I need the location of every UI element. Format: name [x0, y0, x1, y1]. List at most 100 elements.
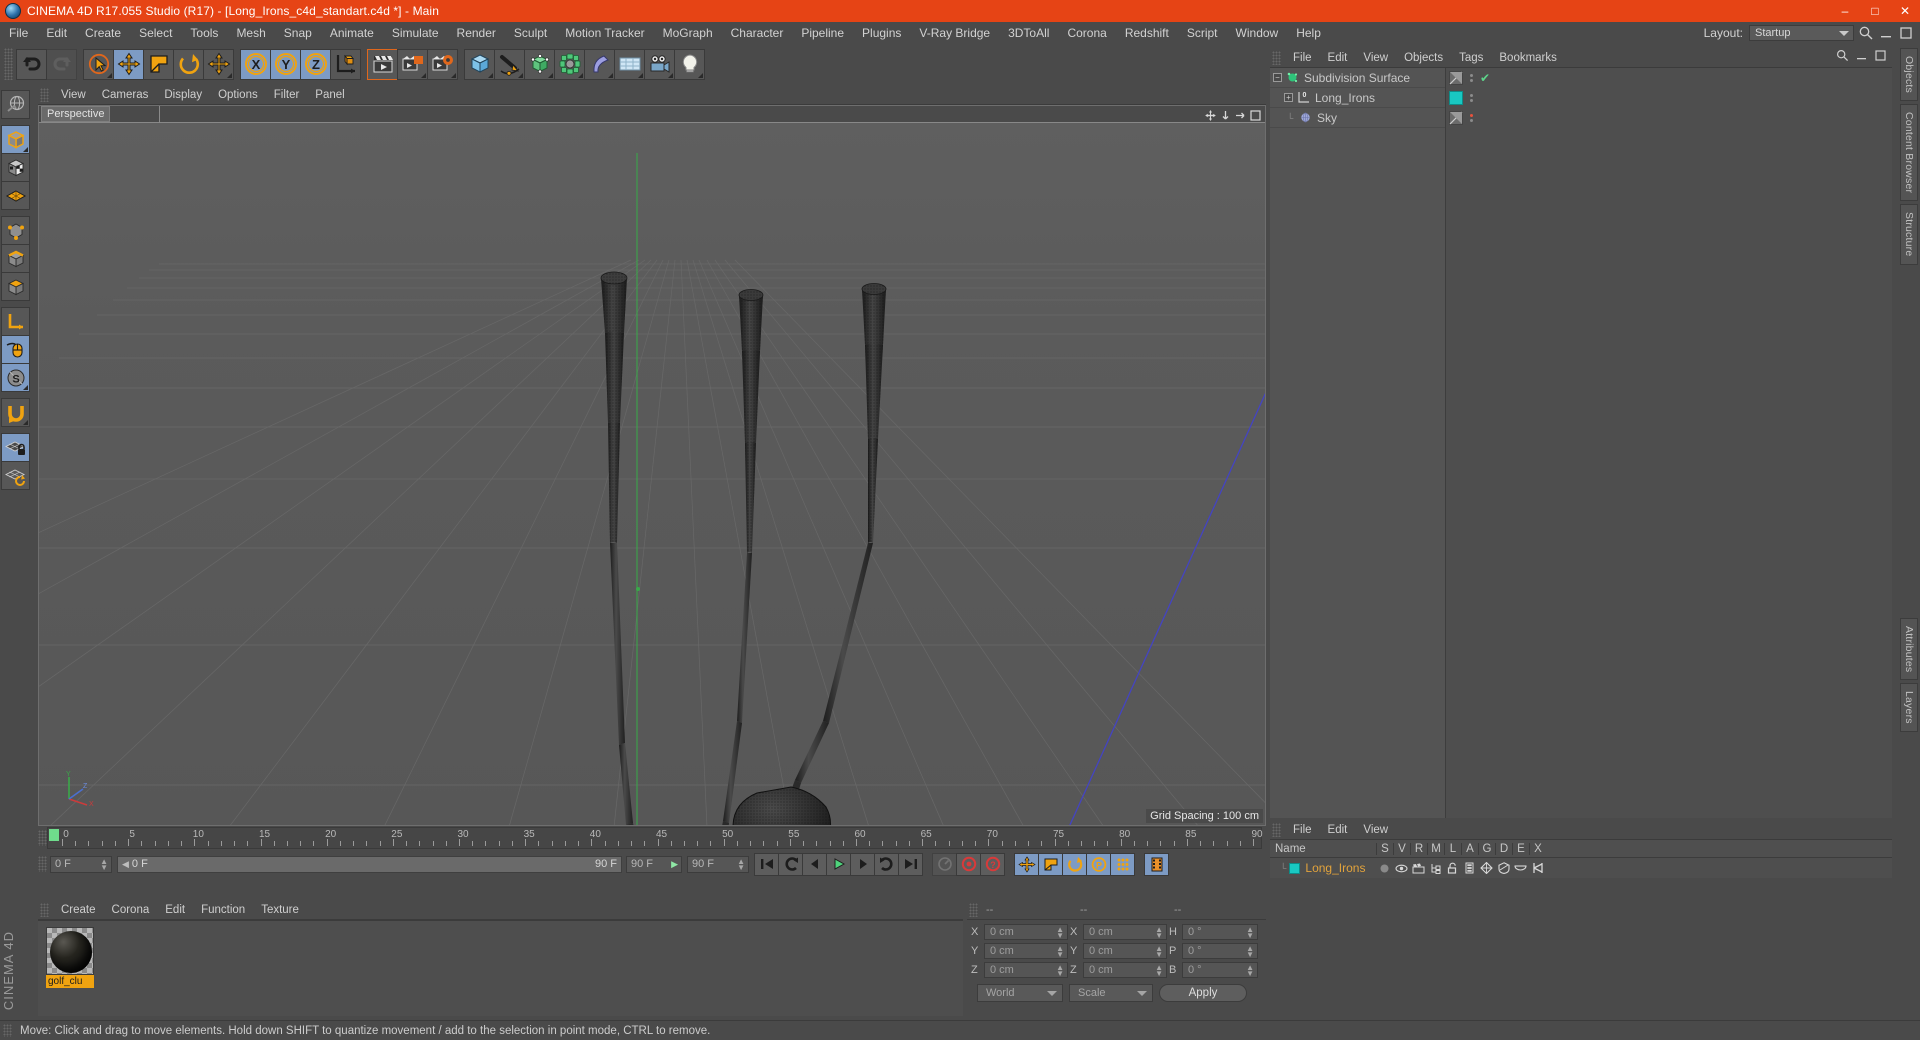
- close-button[interactable]: ✕: [1890, 0, 1920, 22]
- column-d[interactable]: D: [1495, 842, 1512, 855]
- menu-vray-bridge[interactable]: V-Ray Bridge: [910, 22, 999, 44]
- menu-help[interactable]: Help: [1287, 22, 1330, 44]
- add-cube-button[interactable]: [464, 48, 495, 80]
- autokeying-button[interactable]: ?: [980, 852, 1005, 876]
- lock-z-axis-button[interactable]: Z: [300, 48, 331, 80]
- coord-mode-select[interactable]: Scale: [1069, 984, 1153, 1002]
- tag-dots-icon[interactable]: [1466, 74, 1476, 82]
- timeline-grip[interactable]: [38, 830, 47, 846]
- spinner-icon[interactable]: ▲ ▼: [1246, 925, 1254, 939]
- menu-render[interactable]: Render: [448, 22, 505, 44]
- viewport-canvas[interactable]: Perspective Y Z X Grid Spacing: 100 cm: [38, 105, 1266, 826]
- spinner-icon[interactable]: ▲ ▼: [1155, 944, 1163, 958]
- toolbar-grip[interactable]: [4, 48, 13, 80]
- viewport-menu-filter[interactable]: Filter: [266, 89, 308, 101]
- object-manager-grip[interactable]: [1272, 50, 1281, 65]
- play-next-key-button[interactable]: [874, 852, 899, 876]
- tool-planar-workplane[interactable]: [1, 461, 30, 490]
- spinner-icon[interactable]: ▲ ▼: [1246, 944, 1254, 958]
- material-menu-create[interactable]: Create: [53, 904, 104, 916]
- menu-character[interactable]: Character: [722, 22, 793, 44]
- enabled-check-icon[interactable]: ✔: [1480, 71, 1490, 85]
- record-active-objects-button[interactable]: [956, 852, 981, 876]
- add-camera-button[interactable]: [644, 48, 675, 80]
- tool-axis-modify[interactable]: [1, 307, 30, 336]
- go-to-end-button[interactable]: [898, 852, 923, 876]
- material-menu-function[interactable]: Function: [193, 904, 253, 916]
- object-menu-file[interactable]: File: [1285, 52, 1320, 64]
- add-light-button[interactable]: [674, 48, 705, 80]
- object-tree[interactable]: − Subdivision Surface + 0 Long_Irons └ S…: [1270, 68, 1892, 818]
- viewport-menu-grip[interactable]: [40, 88, 49, 102]
- object-menu-view[interactable]: View: [1355, 52, 1396, 64]
- move-duplicate-button[interactable]: [203, 48, 234, 80]
- redo-button[interactable]: [46, 48, 77, 80]
- coord-field-rot-h[interactable]: 0 ° ▲ ▼: [1182, 923, 1258, 940]
- timeline-view-button[interactable]: [1144, 852, 1169, 876]
- menu-corona[interactable]: Corona: [1058, 22, 1115, 44]
- tab-objects[interactable]: Objects: [1900, 48, 1918, 101]
- spinner-icon[interactable]: ▲ ▼: [1246, 963, 1254, 977]
- key-scale-button[interactable]: [1038, 852, 1063, 876]
- scale-tool-button[interactable]: [143, 48, 174, 80]
- hierarchy-icon[interactable]: [1427, 863, 1444, 874]
- add-generator-button[interactable]: [524, 48, 555, 80]
- tag-dots-icon[interactable]: [1466, 94, 1476, 102]
- pan-view-icon[interactable]: [1205, 108, 1216, 121]
- add-environment-button[interactable]: [614, 48, 645, 80]
- coord-field-size-y[interactable]: 0 cm ▲ ▼: [1083, 942, 1167, 959]
- bones-icon[interactable]: [1529, 862, 1546, 874]
- menu-motion-tracker[interactable]: Motion Tracker: [556, 22, 653, 44]
- key-rotation-button[interactable]: [1062, 852, 1087, 876]
- maximize-icon[interactable]: [1898, 25, 1914, 41]
- coord-field-size-z[interactable]: 0 cm ▲ ▼: [1083, 961, 1167, 978]
- material-menu-texture[interactable]: Texture: [253, 904, 307, 916]
- material-menu-edit[interactable]: Edit: [157, 904, 193, 916]
- menu-sculpt[interactable]: Sculpt: [505, 22, 556, 44]
- viewport-menu-display[interactable]: Display: [156, 89, 210, 101]
- column-g[interactable]: G: [1478, 842, 1495, 855]
- gizmo-icon[interactable]: [1478, 862, 1495, 874]
- maximize-button[interactable]: □: [1860, 0, 1890, 22]
- column-v[interactable]: V: [1393, 842, 1410, 855]
- menu-snap[interactable]: Snap: [275, 22, 321, 44]
- tool-texture-mode[interactable]: [1, 153, 30, 182]
- render-region-button[interactable]: [397, 48, 428, 80]
- object-menu-tags[interactable]: Tags: [1451, 52, 1491, 64]
- coord-system-select[interactable]: World: [977, 984, 1063, 1002]
- attributes-menu-edit[interactable]: Edit: [1320, 824, 1356, 836]
- object-row-long-irons[interactable]: + 0 Long_Irons: [1270, 88, 1445, 108]
- column-m[interactable]: M: [1427, 842, 1444, 855]
- menu-select[interactable]: Select: [130, 22, 181, 44]
- viewport-menu-view[interactable]: View: [53, 89, 94, 101]
- tool-lock-workplane[interactable]: [1, 433, 30, 462]
- attributes-menu-view[interactable]: View: [1355, 824, 1396, 836]
- play-previous-key-button[interactable]: [778, 852, 803, 876]
- zoom-view-icon[interactable]: [1220, 108, 1231, 120]
- step-forward-button[interactable]: [850, 852, 875, 876]
- menu-mograph[interactable]: MoGraph: [654, 22, 722, 44]
- coord-field-pos-x[interactable]: 0 cm ▲ ▼: [984, 923, 1068, 940]
- column-r[interactable]: R: [1410, 842, 1427, 855]
- apply-button[interactable]: Apply: [1159, 984, 1247, 1002]
- tool-model-mode[interactable]: [1, 125, 30, 154]
- key-pla-button[interactable]: [1110, 852, 1135, 876]
- unlock-icon[interactable]: [1444, 862, 1461, 874]
- dome-icon[interactable]: [1512, 863, 1529, 873]
- menu-tools[interactable]: Tools: [181, 22, 227, 44]
- search-icon[interactable]: [1836, 49, 1849, 67]
- material-list[interactable]: golf_clu: [38, 920, 963, 1016]
- object-row-subdivision-surface[interactable]: − Subdivision Surface: [1270, 68, 1445, 88]
- go-to-start-button[interactable]: [754, 852, 779, 876]
- lock-y-axis-button[interactable]: Y: [270, 48, 301, 80]
- live-selection-button[interactable]: [83, 48, 114, 80]
- minimize-icon[interactable]: [1878, 25, 1894, 41]
- menu-file[interactable]: File: [0, 22, 37, 44]
- shield-icon[interactable]: [1495, 862, 1512, 874]
- tab-layers[interactable]: Layers: [1900, 682, 1918, 732]
- object-menu-bookmarks[interactable]: Bookmarks: [1491, 52, 1565, 64]
- menu-create[interactable]: Create: [76, 22, 130, 44]
- display-tag-icon[interactable]: [1449, 111, 1463, 125]
- coord-field-rot-b[interactable]: 0 ° ▲ ▼: [1182, 961, 1258, 978]
- menu-animate[interactable]: Animate: [321, 22, 383, 44]
